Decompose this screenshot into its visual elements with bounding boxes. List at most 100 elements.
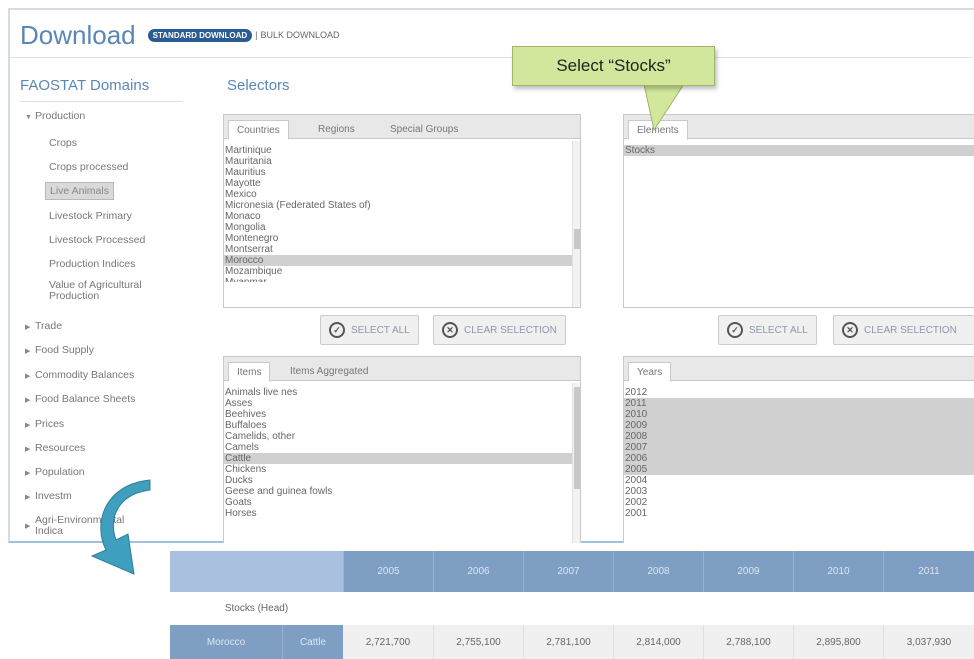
list-item[interactable]: Geese and guinea fowls	[224, 486, 572, 497]
triangle-right-icon: ▶	[25, 373, 31, 380]
list-item[interactable]: Buffaloes	[224, 420, 572, 431]
tab-countries[interactable]: Countries	[228, 120, 289, 140]
domain-label: Resources	[35, 442, 86, 454]
domain-population[interactable]: ▶ Population	[25, 466, 85, 478]
scroll-thumb[interactable]	[574, 229, 580, 249]
tab-special-groups[interactable]: Special Groups	[382, 120, 466, 140]
domain-production[interactable]: ▼ Production	[25, 110, 85, 122]
tab-items[interactable]: Items	[228, 362, 271, 382]
list-item[interactable]: Mayotte	[224, 178, 572, 189]
list-item[interactable]: Mozambique	[224, 266, 572, 277]
domain-trade[interactable]: ▶ Trade	[25, 320, 62, 332]
subdomain-livestock-processed[interactable]: Livestock Processed	[49, 234, 145, 246]
domain-label-2: Indica	[35, 525, 64, 537]
page-title: Download	[20, 19, 136, 50]
callout-select-stocks: Select “Stocks”	[512, 46, 715, 86]
domain-food-balance-sheets[interactable]: ▶ Food Balance Sheets	[25, 393, 135, 405]
domain-label: Food Supply	[35, 344, 94, 356]
button-label: CLEAR SELECTION	[464, 324, 557, 336]
callout-pointer	[643, 84, 685, 132]
list-item-selected[interactable]: 2008	[624, 431, 974, 442]
subdomain-value-agricultural[interactable]: Value of Agricultural Production	[49, 280, 142, 302]
domain-food-supply[interactable]: ▶ Food Supply	[25, 344, 94, 356]
list-item-selected[interactable]: 2007	[624, 442, 974, 453]
list-item[interactable]: 2002	[624, 497, 974, 508]
list-item[interactable]: 2004	[624, 475, 974, 486]
domain-label: Food Balance Sheets	[35, 393, 136, 405]
list-item[interactable]: Myanmar	[224, 277, 572, 282]
subdomain-crops[interactable]: Crops	[49, 137, 77, 149]
items-tabbar: Items Items Aggregated	[224, 357, 580, 382]
table-cell-value: 2,788,100	[703, 625, 793, 659]
tab-regions[interactable]: Regions	[310, 120, 363, 140]
list-item[interactable]: Chickens	[224, 464, 572, 475]
list-item[interactable]: Horses	[224, 508, 572, 519]
tab-years[interactable]: Years	[628, 362, 672, 382]
subdomain-production-indices[interactable]: Production Indices	[49, 258, 135, 270]
header: Download STANDARD DOWNLOAD | BULK DOWNLO…	[20, 18, 340, 52]
countries-select-all-button[interactable]: ✓ SELECT ALL	[320, 315, 419, 345]
list-item-selected[interactable]: 2011	[624, 398, 974, 409]
list-item[interactable]: Camelids, other	[224, 431, 572, 442]
domain-label: Production	[35, 110, 86, 122]
list-item[interactable]: Monaco	[224, 211, 572, 222]
domains-divider	[20, 101, 183, 102]
subdomain-label-2: Production	[49, 290, 100, 302]
header-divider	[10, 57, 973, 58]
subdomain-livestock-primary[interactable]: Livestock Primary	[49, 210, 132, 222]
triangle-right-icon: ▶	[25, 523, 31, 530]
domain-resources[interactable]: ▶ Resources	[25, 442, 85, 454]
standard-download-tab[interactable]: STANDARD DOWNLOAD	[147, 28, 253, 42]
bulk-download-link[interactable]: BULK DOWNLOAD	[261, 30, 340, 40]
domain-commodity-balances[interactable]: ▶ Commodity Balances	[25, 369, 134, 381]
table-cell-value: 3,037,930	[883, 625, 974, 659]
results-table: 2005 2006 2007 2008 2009 2010 2011 Stock…	[170, 551, 974, 659]
items-list: Animals live nes Asses Beehives Buffaloe…	[224, 387, 572, 519]
list-item[interactable]: Montserrat	[224, 244, 572, 255]
list-item[interactable]: Micronesia (Federated States of)	[224, 200, 572, 211]
list-item-selected[interactable]: Cattle	[224, 453, 572, 464]
list-item[interactable]: Mauritania	[224, 156, 572, 167]
list-item[interactable]: Montenegro	[224, 233, 572, 244]
triangle-right-icon: ▶	[25, 422, 31, 429]
header-separator: |	[255, 30, 258, 40]
scroll-thumb[interactable]	[574, 387, 580, 489]
list-item[interactable]: 2001	[624, 508, 974, 519]
list-item[interactable]: Beehives	[224, 409, 572, 420]
list-item[interactable]: Ducks	[224, 475, 572, 486]
domain-investment[interactable]: ▶ Investm	[25, 490, 72, 502]
items-scrollbar[interactable]	[572, 383, 580, 543]
list-item-selected[interactable]: 2010	[624, 409, 974, 420]
years-tabbar: Years	[624, 357, 974, 382]
items-panel: Items Items Aggregated Animals live nes …	[223, 356, 581, 543]
list-item[interactable]: Mexico	[224, 189, 572, 200]
list-item-stocks[interactable]: Stocks	[624, 145, 974, 156]
list-item[interactable]: 2003	[624, 486, 974, 497]
table-header-year: 2007	[523, 551, 613, 592]
list-item[interactable]: Martinique	[224, 145, 572, 156]
list-item-selected[interactable]: Morocco	[224, 255, 572, 266]
list-item[interactable]: Goats	[224, 497, 572, 508]
countries-scrollbar[interactable]	[572, 141, 580, 307]
list-item[interactable]: Camels	[224, 442, 572, 453]
button-label: SELECT ALL	[351, 324, 410, 336]
list-item[interactable]: Animals live nes	[224, 387, 572, 398]
list-item[interactable]: Mongolia	[224, 222, 572, 233]
elements-select-all-button[interactable]: ✓ SELECT ALL	[718, 315, 817, 345]
domain-prices[interactable]: ▶ Prices	[25, 418, 64, 430]
countries-clear-selection-button[interactable]: ✕ CLEAR SELECTION	[433, 315, 566, 345]
subdomain-live-animals[interactable]: Live Animals	[45, 182, 114, 200]
elements-clear-selection-button[interactable]: ✕ CLEAR SELECTION	[833, 315, 974, 345]
x-circle-icon: ✕	[442, 322, 458, 338]
list-item-selected[interactable]: 2006	[624, 453, 974, 464]
domain-label: Prices	[35, 418, 65, 430]
list-item-selected[interactable]: 2009	[624, 420, 974, 431]
tab-items-aggregated[interactable]: Items Aggregated	[282, 362, 376, 382]
list-item[interactable]: 2012	[624, 387, 974, 398]
years-panel: Years 2012 2011 2010 2009 2008 2007 2006…	[623, 356, 974, 543]
list-item-selected[interactable]: 2005	[624, 464, 974, 475]
list-item[interactable]: Mauritius	[224, 167, 572, 178]
subdomain-crops-processed[interactable]: Crops processed	[49, 161, 128, 173]
list-item[interactable]: Asses	[224, 398, 572, 409]
check-circle-icon: ✓	[329, 322, 345, 338]
